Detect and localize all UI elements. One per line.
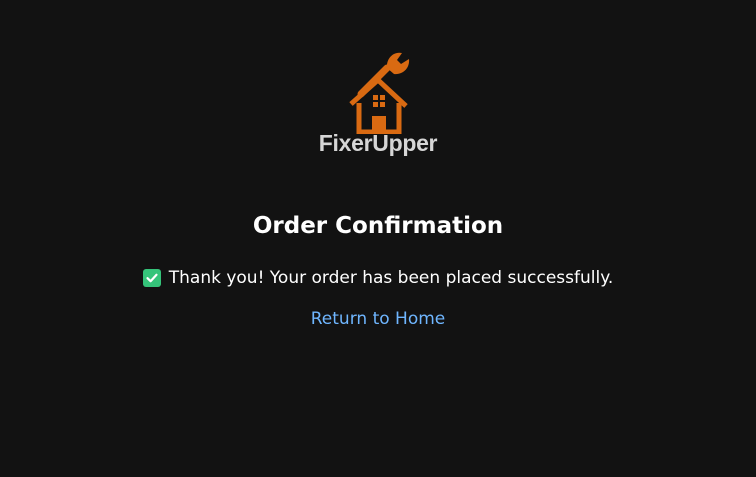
house-wrench-icon <box>349 52 410 134</box>
home-link-container: Return to Home <box>0 309 756 329</box>
return-home-link[interactable]: Return to Home <box>311 309 446 329</box>
brand-name: FixerUpper <box>318 130 438 156</box>
brand-logo[interactable]: FixerUpper <box>310 48 446 164</box>
page-title: Order Confirmation <box>252 213 504 239</box>
success-message-row: Thank you! Your order has been placed su… <box>0 268 756 288</box>
order-confirmation-page: FixerUpper Order Confirmation Thank you!… <box>0 0 756 477</box>
success-message: Thank you! Your order has been placed su… <box>168 268 614 288</box>
check-icon <box>142 269 161 287</box>
